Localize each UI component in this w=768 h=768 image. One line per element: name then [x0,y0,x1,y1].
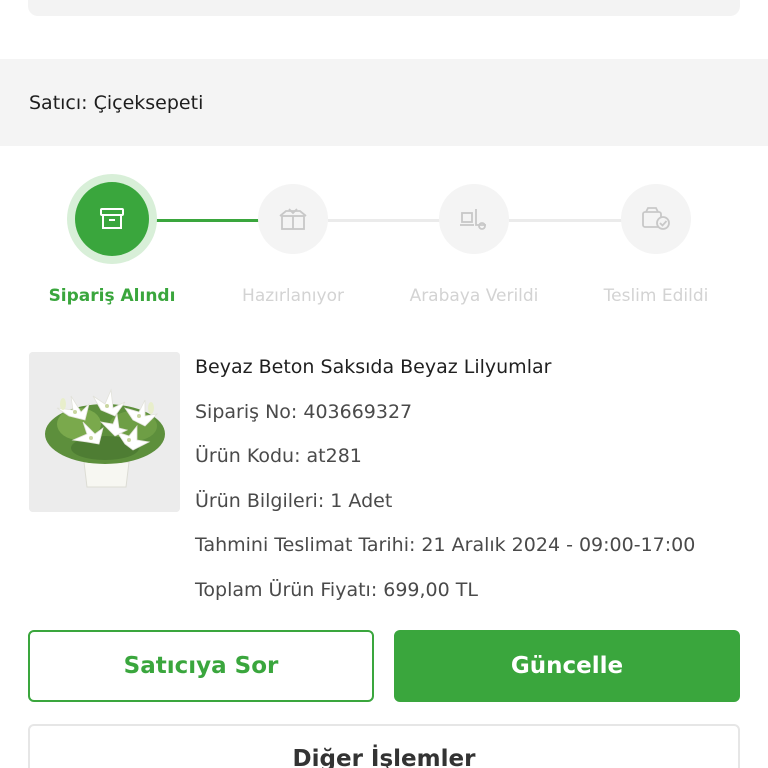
step-connector-2 [328,219,441,222]
archive-box-icon [100,208,124,229]
step-delivered [621,184,691,254]
step-label-order-received: Sipariş Alındı [48,286,176,306]
order-number: Sipariş No: 403669327 [195,400,413,423]
step-connector-1 [150,219,260,222]
lily-bouquet-image [29,352,180,512]
previous-card [28,0,740,16]
product-code: Ürün Kodu: at281 [195,445,362,467]
product-image[interactable] [29,352,180,512]
step-label-shipped: Arabaya Verildi [409,286,539,306]
product-details: Beyaz Beton Saksıda Beyaz Lilyumlar Sipa… [195,352,755,619]
step-preparing [258,184,328,254]
seller-label: Satıcı: Çiçeksepeti [29,91,204,114]
estimated-delivery-date: Tahmini Teslimat Tarihi: 21 Aralık 2024 … [195,534,696,556]
product-title[interactable]: Beyaz Beton Saksıda Beyaz Lilyumlar [195,352,755,397]
delivery-dolly-icon [460,209,486,230]
step-label-delivered: Teslim Edildi [603,286,709,306]
total-price: Toplam Ürün Fiyatı: 699,00 TL [195,578,478,601]
product-quantity: Ürün Bilgileri: 1 Adet [195,489,393,512]
step-connector-3 [509,219,622,222]
order-status-stepper: Sipariş Alındı Hazırlanıyor Arabaya Veri… [0,174,768,316]
step-label-preparing: Hazırlanıyor [242,286,344,306]
update-button[interactable]: Güncelle [394,630,740,702]
step-order-received-inner [75,182,149,256]
box-check-icon [642,207,670,230]
seller-bar: Satıcı: Çiçeksepeti [0,59,768,146]
step-order-received [67,174,157,264]
other-actions-button[interactable]: Diğer İşlemler [28,724,740,768]
step-shipped [439,184,509,254]
gift-box-icon [279,208,307,230]
ask-seller-button[interactable]: Satıcıya Sor [28,630,374,702]
